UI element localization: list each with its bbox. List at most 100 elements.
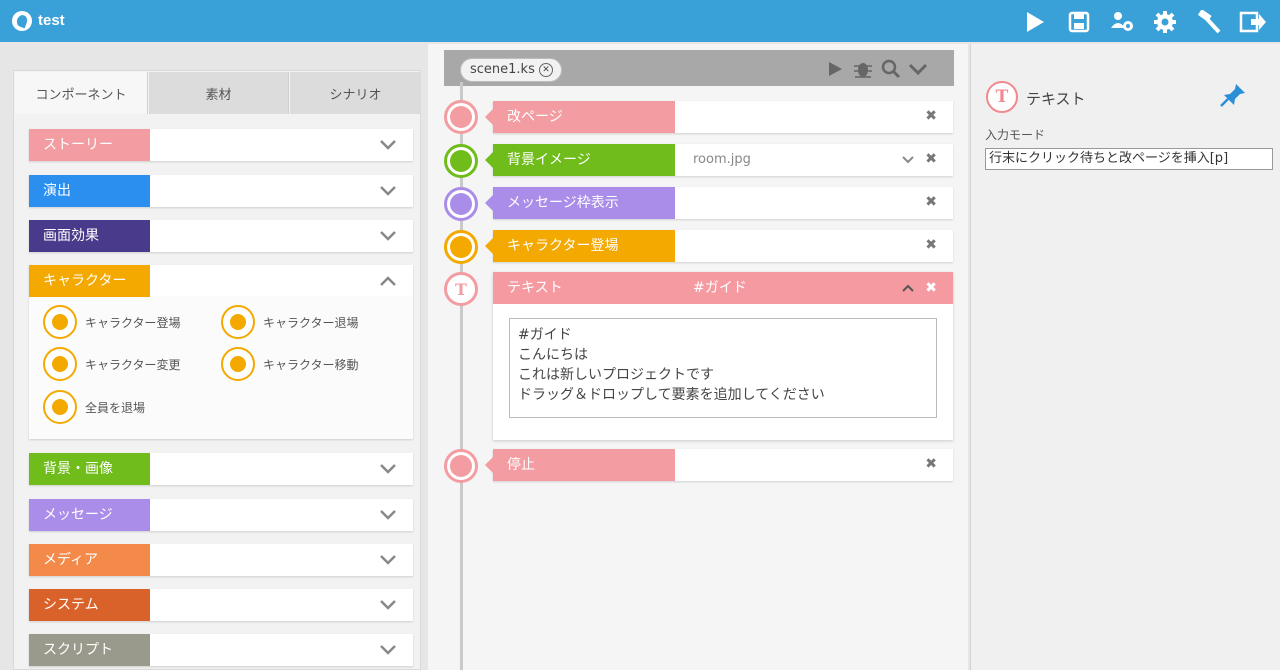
close-icon[interactable]: ✖	[925, 108, 937, 124]
character-change-icon	[43, 347, 77, 381]
character-enter-icon	[43, 305, 77, 339]
scene-row-page-break[interactable]: 改ページ ✖	[485, 101, 953, 133]
close-icon[interactable]: ✖	[925, 456, 937, 472]
app-logo-icon	[12, 11, 32, 31]
play-icon[interactable]	[824, 59, 846, 79]
component-label: 全員を退場	[85, 400, 146, 415]
component-label: キャラクター退場	[263, 315, 359, 330]
text-line: こんにちは	[518, 347, 588, 363]
category-system[interactable]: システム	[29, 589, 413, 621]
message-window-icon	[444, 187, 478, 221]
properties-panel: T テキスト 入力モード 行末にクリック待ちと改ページを挿入[p]	[970, 44, 1280, 670]
row-label: テキスト	[507, 280, 563, 296]
category-script[interactable]: スクリプト	[29, 634, 413, 666]
scene-row-message-window[interactable]: メッセージ枠表示 ✖	[485, 187, 953, 219]
close-icon[interactable]: ✖	[925, 237, 937, 253]
search-icon[interactable]	[880, 59, 902, 79]
tab-scenario[interactable]: シナリオ	[290, 72, 421, 114]
row-label: キャラクター登場	[485, 230, 675, 262]
chevron-down-icon[interactable]	[379, 183, 397, 199]
top-bar: test	[0, 0, 1280, 42]
scene-tab[interactable]: scene1.ks ✕	[460, 58, 562, 82]
row-label: 改ページ	[485, 101, 675, 133]
scene-row-text[interactable]: テキスト #ガイド ✖ #ガイド こんにちは これは新しいプロジェクトです ドラ…	[493, 272, 953, 440]
scene-row-character-enter[interactable]: キャラクター登場 ✖	[485, 230, 953, 262]
category-character[interactable]: キャラクター	[29, 265, 413, 297]
category-label: メッセージ	[29, 499, 150, 531]
category-effects[interactable]: 演出	[29, 175, 413, 207]
close-icon[interactable]: ✖	[925, 272, 937, 304]
scene-row-stop[interactable]: 停止 ✖	[485, 449, 953, 481]
chevron-up-icon[interactable]	[901, 282, 915, 294]
row-label: メッセージ枠表示	[485, 187, 675, 219]
category-media[interactable]: メディア	[29, 544, 413, 576]
text-line: ドラッグ＆ドロップして要素を追加してください	[518, 387, 825, 403]
scene-tab-label: scene1.ks	[470, 62, 535, 77]
close-icon[interactable]: ✖	[925, 194, 937, 210]
app-title: test	[38, 12, 65, 29]
chevron-up-icon[interactable]	[379, 273, 397, 289]
component-panel: コンポーネント 素材 シナリオ ストーリー 演出 画面効果 キャラクター キャラ…	[13, 70, 421, 670]
category-label: システム	[29, 589, 150, 621]
category-label: キャラクター	[29, 265, 150, 297]
text-row-header[interactable]: テキスト #ガイド ✖	[493, 272, 953, 304]
category-background[interactable]: 背景・画像	[29, 453, 413, 485]
close-icon[interactable]: ✖	[925, 151, 937, 167]
category-screen-effects[interactable]: 画面効果	[29, 220, 413, 252]
text-line: #ガイド	[518, 327, 572, 343]
exit-icon[interactable]	[1238, 8, 1268, 36]
component-character-change[interactable]: キャラクター変更	[43, 347, 181, 381]
chevron-down-icon[interactable]	[379, 461, 397, 477]
character-exit-icon	[221, 305, 255, 339]
text-content-textarea[interactable]: #ガイド こんにちは これは新しいプロジェクトです ドラッグ＆ドロップして要素を…	[509, 318, 937, 418]
bug-icon[interactable]	[852, 59, 874, 79]
category-label: スクリプト	[29, 634, 150, 666]
play-icon[interactable]	[1020, 8, 1050, 36]
chevron-down-icon[interactable]	[379, 507, 397, 523]
all-exit-icon	[43, 390, 77, 424]
row-label: 停止	[485, 449, 675, 481]
component-character-exit[interactable]: キャラクター退場	[221, 305, 359, 339]
component-label: キャラクター移動	[263, 357, 359, 372]
row-value: room.jpg	[693, 152, 751, 167]
category-label: ストーリー	[29, 129, 150, 161]
tab-materials[interactable]: 素材	[149, 72, 289, 114]
chevron-down-icon[interactable]	[379, 552, 397, 568]
tab-components[interactable]: コンポーネント	[15, 72, 148, 114]
category-label: 演出	[29, 175, 150, 207]
text-icon: T	[444, 272, 478, 306]
scene-toolbar: scene1.ks ✕	[444, 50, 954, 86]
row-label: 背景イメージ	[485, 144, 675, 176]
component-label: キャラクター登場	[85, 315, 181, 330]
category-story[interactable]: ストーリー	[29, 129, 413, 161]
chevron-down-icon[interactable]	[379, 137, 397, 153]
chevron-down-icon[interactable]	[901, 154, 915, 166]
text-icon: T	[986, 81, 1018, 113]
character-components: キャラクター登場 キャラクター退場 キャラクター変更 キャラクター移動 全員を退…	[29, 297, 413, 439]
pin-icon[interactable]	[1219, 82, 1247, 108]
properties-title: テキスト	[1026, 90, 1086, 108]
input-mode-label: 入力モード	[985, 128, 1046, 142]
hammer-icon[interactable]	[1194, 8, 1224, 36]
scene-row-background[interactable]: 背景イメージ room.jpg ✖	[485, 144, 953, 176]
chevron-down-icon[interactable]	[379, 597, 397, 613]
text-line: これは新しいプロジェクトです	[518, 367, 714, 383]
gear-icon[interactable]	[1150, 8, 1180, 36]
stop-icon	[444, 449, 478, 483]
save-icon[interactable]	[1064, 8, 1094, 36]
component-all-exit[interactable]: 全員を退場	[43, 390, 145, 424]
background-image-icon	[444, 144, 478, 178]
component-character-move[interactable]: キャラクター移動	[221, 347, 359, 381]
category-message[interactable]: メッセージ	[29, 499, 413, 531]
page-break-icon	[444, 100, 478, 134]
character-move-icon	[221, 347, 255, 381]
chevron-down-icon[interactable]	[907, 59, 929, 79]
category-label: メディア	[29, 544, 150, 576]
input-mode-select[interactable]: 行末にクリック待ちと改ページを挿入[p]	[985, 148, 1273, 170]
chevron-down-icon[interactable]	[379, 642, 397, 658]
users-gear-icon[interactable]	[1108, 8, 1138, 36]
component-character-enter[interactable]: キャラクター登場	[43, 305, 181, 339]
close-icon[interactable]: ✕	[539, 63, 553, 77]
chevron-down-icon[interactable]	[379, 228, 397, 244]
category-label: 画面効果	[29, 220, 150, 252]
